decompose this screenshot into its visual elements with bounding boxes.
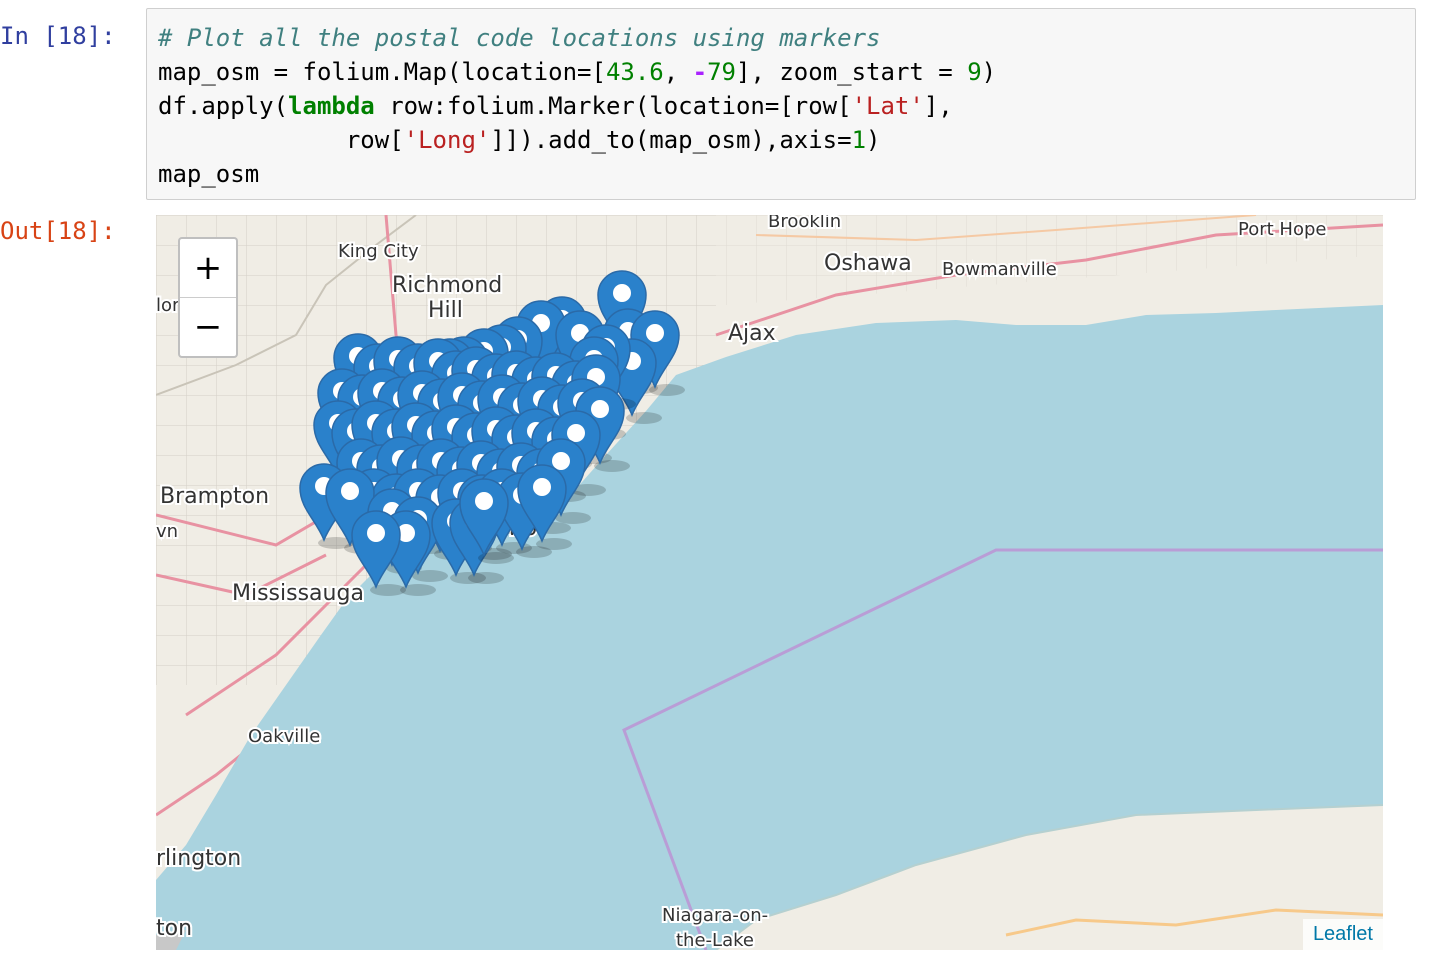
code-operator: - bbox=[692, 58, 708, 86]
place-label-hill: Hill bbox=[428, 298, 463, 323]
code-text: ]]).add_to(map_osm),axis= bbox=[490, 126, 852, 154]
code-string: 'Lat' bbox=[851, 92, 924, 120]
zoom-in-button[interactable]: + bbox=[180, 239, 236, 298]
code-text: map_osm bbox=[158, 160, 260, 188]
code-cell[interactable]: # Plot all the postal code locations usi… bbox=[146, 8, 1416, 200]
folium-map[interactable]: Brooklin Port Hope King City Richmond Hi… bbox=[156, 215, 1383, 950]
code-text: row[ bbox=[158, 126, 404, 154]
leaflet-attribution-link[interactable]: Leaflet bbox=[1302, 919, 1383, 950]
place-label-burlington: rlington bbox=[156, 846, 241, 871]
place-label-bowmanville: Bowmanville bbox=[942, 259, 1057, 280]
place-label-fragment: vn bbox=[156, 521, 178, 542]
code-text: ], zoom_start = bbox=[736, 58, 968, 86]
code-text: map_osm = folium.Map(location=[ bbox=[158, 58, 606, 86]
code-number: 43.6 bbox=[605, 58, 664, 86]
input-prompt: In [18]: bbox=[0, 22, 116, 50]
place-label-oshawa: Oshawa bbox=[824, 251, 912, 276]
code-number: 9 bbox=[967, 58, 982, 86]
place-label-the-lake: the-Lake bbox=[676, 930, 754, 950]
code-number: 79 bbox=[707, 58, 736, 86]
code-text: df.apply( bbox=[158, 92, 289, 120]
code-text: ) bbox=[981, 58, 997, 86]
place-label-niagara-on: Niagara-on- bbox=[662, 905, 768, 926]
code-text: row:folium.Marker(location=[row[ bbox=[374, 92, 852, 120]
place-label-brooklin: Brooklin bbox=[768, 215, 841, 232]
place-label-richmond: Richmond bbox=[392, 273, 502, 298]
code-text: , bbox=[663, 58, 693, 86]
zoom-control: + − bbox=[178, 237, 238, 358]
output-prompt: Out[18]: bbox=[0, 217, 116, 245]
code-text: ], bbox=[923, 92, 953, 120]
place-label-port-hope: Port Hope bbox=[1238, 219, 1326, 240]
code-number: 1 bbox=[851, 126, 867, 154]
code-string: 'Long' bbox=[403, 126, 491, 154]
code-text: ) bbox=[866, 126, 881, 154]
place-label-brampton: Brampton bbox=[160, 484, 269, 509]
map-tiles[interactable]: Brooklin Port Hope King City Richmond Hi… bbox=[156, 215, 1383, 950]
place-label-ajax: Ajax bbox=[728, 321, 776, 346]
place-label-fragment: lor bbox=[156, 295, 180, 316]
zoom-out-button[interactable]: − bbox=[180, 298, 236, 356]
code-comment: # Plot all the postal code locations usi… bbox=[158, 24, 881, 52]
place-label-oakville: Oakville bbox=[248, 726, 320, 747]
code-keyword: lambda bbox=[288, 92, 375, 120]
place-label-king-city: King City bbox=[338, 241, 419, 262]
place-label-mississauga: Mississauga bbox=[232, 581, 364, 606]
code-editor[interactable]: # Plot all the postal code locations usi… bbox=[158, 21, 996, 191]
place-label-fragment: ton bbox=[156, 916, 192, 941]
